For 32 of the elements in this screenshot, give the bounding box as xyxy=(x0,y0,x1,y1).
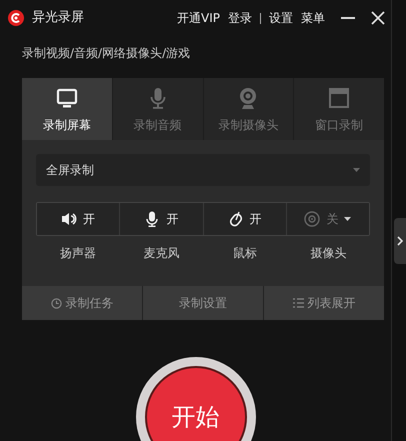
mouse-icon xyxy=(228,211,244,227)
list-icon xyxy=(292,298,304,308)
mode-tab[interactable]: 录制屏幕 xyxy=(22,78,113,140)
toolbar-button[interactable]: 录制任务 xyxy=(22,286,143,320)
speaker-icon xyxy=(61,211,78,227)
device-label: 麦克风 xyxy=(143,246,180,260)
mode-dropdown[interactable]: 全屏录制 xyxy=(36,154,370,186)
toolbar-button[interactable]: 录制设置 xyxy=(143,286,264,320)
header-link[interactable]: 设置 xyxy=(269,9,293,27)
toolbar-button[interactable]: 列表展开 xyxy=(264,286,384,320)
subtitle: 录制视频/音频/网络摄像头/游戏 xyxy=(22,46,190,60)
window-icon xyxy=(327,86,352,110)
window-title: 异光录屏 xyxy=(32,9,84,28)
header-link[interactable]: 登录 xyxy=(228,9,252,27)
device-label: 扬声器 xyxy=(60,246,96,260)
close-icon[interactable] xyxy=(371,11,385,25)
chevron-right-icon[interactable] xyxy=(397,236,403,246)
header-link[interactable]: 开通VIP xyxy=(177,9,220,27)
header-link[interactable]: 菜单 xyxy=(301,9,325,27)
device-label: 鼠标 xyxy=(232,246,257,260)
microphone-icon xyxy=(144,211,160,227)
monitor-icon xyxy=(54,86,79,110)
device-toggle[interactable]: 开 xyxy=(37,203,120,235)
caret-icon xyxy=(353,168,360,172)
caret-icon xyxy=(344,217,352,221)
app-logo-icon xyxy=(8,10,24,26)
device-label: 摄像头 xyxy=(310,246,346,260)
device-toggle[interactable]: 开 xyxy=(204,203,287,235)
device-toggle[interactable]: 开 xyxy=(120,203,204,235)
start-button[interactable]: 开始 xyxy=(144,366,246,441)
webcam-icon xyxy=(304,211,320,227)
clock-icon xyxy=(50,298,62,308)
